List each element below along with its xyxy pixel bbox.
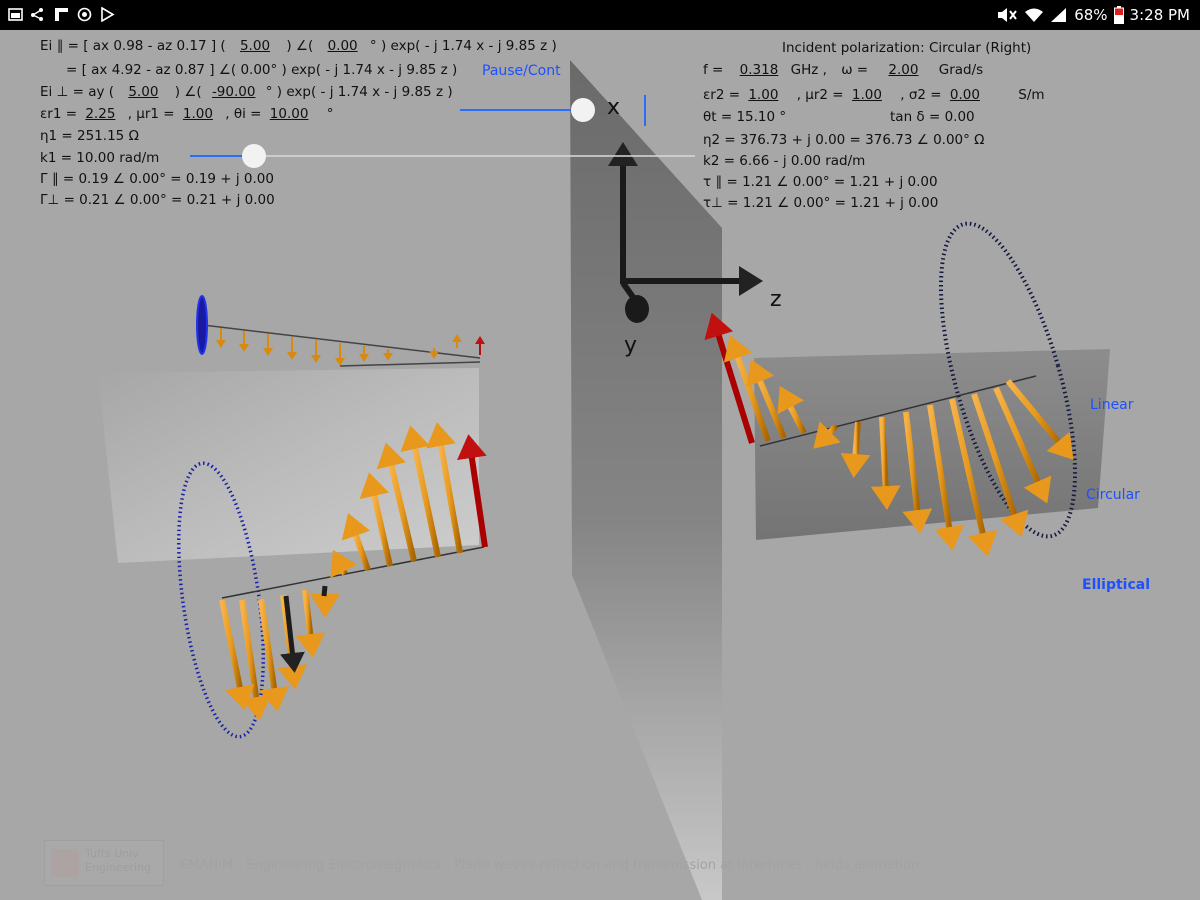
frequency-row: f = 0.318 GHz , ω = 2.00 Grad/s [703,62,984,78]
gamma-parallel-readout: Γ ∥ = 0.19 ∠ 0.00° = 0.19 + j 0.00 [40,171,274,187]
ei-perp-phase-input[interactable]: -90.00 [212,84,256,100]
footer-text: EMANIM - Engineering Electromagnetics - … [180,858,920,873]
k2-readout: k2 = 6.66 - j 0.00 rad/m [703,153,866,169]
share-icon [31,8,43,21]
ei-perp-line: Ei ⊥ = ay ( 5.00 ) ∠( -90.00 ° ) exp( - … [40,84,453,100]
k1-slider-thumb[interactable] [242,144,266,168]
circular-polarization-button[interactable]: Circular [1086,487,1140,503]
theta-t-readout: θt = 15.10 ° [703,109,787,125]
battery-percent: 68% [1074,6,1108,24]
ei-parallel-amplitude-input[interactable]: 5.00 [240,38,270,54]
flipboard-icon [55,8,68,21]
simulation-viewport[interactable]: x z y Ei ∥ = [ ax 0.98 - az 0.17 ] ( 5.0… [0,30,1200,900]
omega-input[interactable]: 2.00 [888,62,918,78]
axis-z-label: z [770,287,782,312]
axis-x-label: x [607,95,621,120]
linear-polarization-button[interactable]: Linear [1090,397,1134,413]
ei-parallel-line1: Ei ∥ = [ ax 0.98 - az 0.17 ] ( 5.00 ) ∠(… [40,38,557,54]
battery-icon [1113,6,1124,24]
tau-parallel-readout: τ ∥ = 1.21 ∠ 0.00° = 1.21 + j 0.00 [703,174,938,190]
play-store-icon [101,7,115,22]
sigma2-input[interactable]: 0.00 [950,87,980,103]
elliptical-polarization-button[interactable]: Elliptical [1082,577,1150,593]
pause-continue-button[interactable]: Pause/Cont [482,63,561,79]
ei-parallel-phase-input[interactable]: 0.00 [328,38,358,54]
medium2-params: εr2 = 1.00 , μr2 = 1.00 , σ2 = 0.00 S/m [703,87,1045,103]
scene-graphics [98,60,1110,900]
er1-input[interactable]: 2.25 [85,106,115,122]
er2-input[interactable]: 1.00 [748,87,778,103]
ei-perp-amplitude-input[interactable]: 5.00 [128,84,158,100]
interface-plane [570,60,722,900]
target-icon [77,7,92,22]
incident-plane [98,368,479,563]
logo-emblem-icon [51,849,79,877]
status-bar: 68% 3:28 PM [0,0,1200,30]
ei-parallel-line2: = [ ax 4.92 - az 0.87 ] ∠( 0.00° ) exp( … [66,62,458,78]
rotation-slider-thumb[interactable] [571,98,595,122]
gallery-icon [8,8,23,21]
polarization-label: Incident polarization: Circular (Right) [782,40,1032,56]
ur2-input[interactable]: 1.00 [852,87,882,103]
k1-readout: k1 = 10.00 rad/m [40,150,160,166]
medium1-params: εr1 = 2.25 , μr1 = 1.00 , θi = 10.00 ° [40,106,334,122]
wifi-icon [1025,8,1044,22]
footer-logo: Tufts Univ Engineering [44,840,164,886]
transmitted-plane [754,349,1110,540]
frequency-input[interactable]: 0.318 [740,62,779,78]
ur1-input[interactable]: 1.00 [183,106,213,122]
theta-i-input[interactable]: 10.00 [270,106,309,122]
eta2-readout: η2 = 376.73 + j 0.00 = 376.73 ∠ 0.00° Ω [703,132,985,148]
clock: 3:28 PM [1129,6,1190,24]
gamma-perp-readout: Γ⊥ = 0.21 ∠ 0.00° = 0.21 + j 0.00 [40,192,275,208]
loss-tangent-readout: tan δ = 0.00 [890,109,975,125]
signal-icon [1051,8,1067,22]
tau-perp-readout: τ⊥ = 1.21 ∠ 0.00° = 1.21 + j 0.00 [703,195,939,211]
mute-icon [998,8,1018,22]
eta1-readout: η1 = 251.15 Ω [40,128,139,144]
axis-y-label: y [624,333,638,358]
reflected-wave [196,295,485,367]
